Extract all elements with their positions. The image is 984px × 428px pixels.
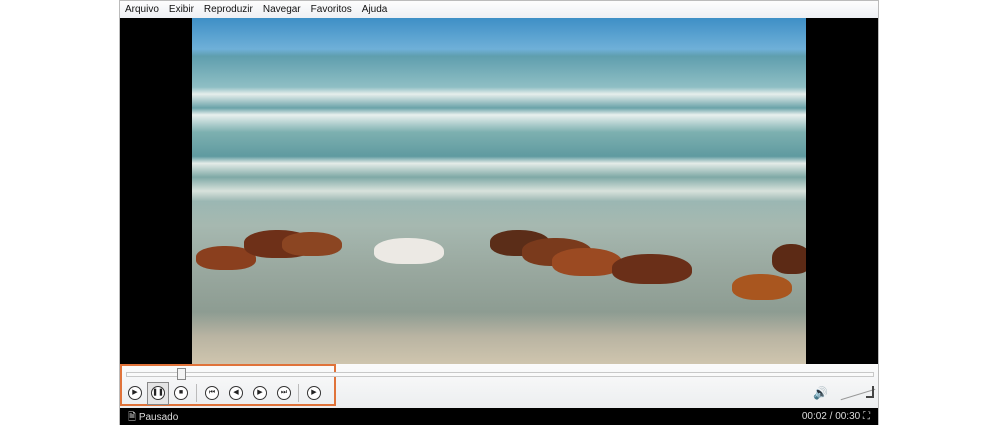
stop-button[interactable]: ■ [174,386,188,400]
forward-button[interactable]: ▶ [253,386,267,400]
previous-button[interactable]: ⏮ [205,386,219,400]
seek-thumb[interactable] [176,368,186,380]
resize-grip-icon[interactable] [866,386,874,398]
status-bar: 🗎 Pausado 00:02 / 00:30 ⛶ [120,408,878,425]
separator [298,384,299,402]
video-area[interactable] [120,18,878,364]
step-frame-button[interactable]: ▶ [307,386,321,400]
menu-favoritos[interactable]: Favoritos [306,4,357,15]
fullscreen-icon[interactable]: ⛶ [863,411,870,422]
menu-arquivo[interactable]: Arquivo [120,4,164,15]
menu-bar: Arquivo Exibir Reproduzir Navegar Favori… [120,1,878,18]
menu-ajuda[interactable]: Ajuda [357,4,393,15]
status-text: Pausado [138,412,179,423]
volume-icon[interactable]: 🔊 [813,386,828,400]
rewind-button[interactable]: ◀ [229,386,243,400]
video-frame-horses-beach [192,18,806,364]
file-icon: 🗎 [128,412,137,423]
menu-exibir[interactable]: Exibir [164,4,199,15]
separator [196,384,197,402]
media-player-window: Arquivo Exibir Reproduzir Navegar Favori… [119,0,879,425]
play-button[interactable]: ▶ [128,386,142,400]
time-display: 00:02 / 00:30 [801,411,861,422]
menu-reproduzir[interactable]: Reproduzir [199,4,258,15]
next-button[interactable]: ⏭ [277,386,291,400]
pause-button[interactable]: ❚❚ [151,386,165,400]
playback-controls: ▶ ❚❚ ■ ⏮ ◀ ▶ ⏭ ▶ 🔊 [120,364,878,408]
menu-navegar[interactable]: Navegar [258,4,306,15]
seek-bar[interactable] [126,368,874,380]
